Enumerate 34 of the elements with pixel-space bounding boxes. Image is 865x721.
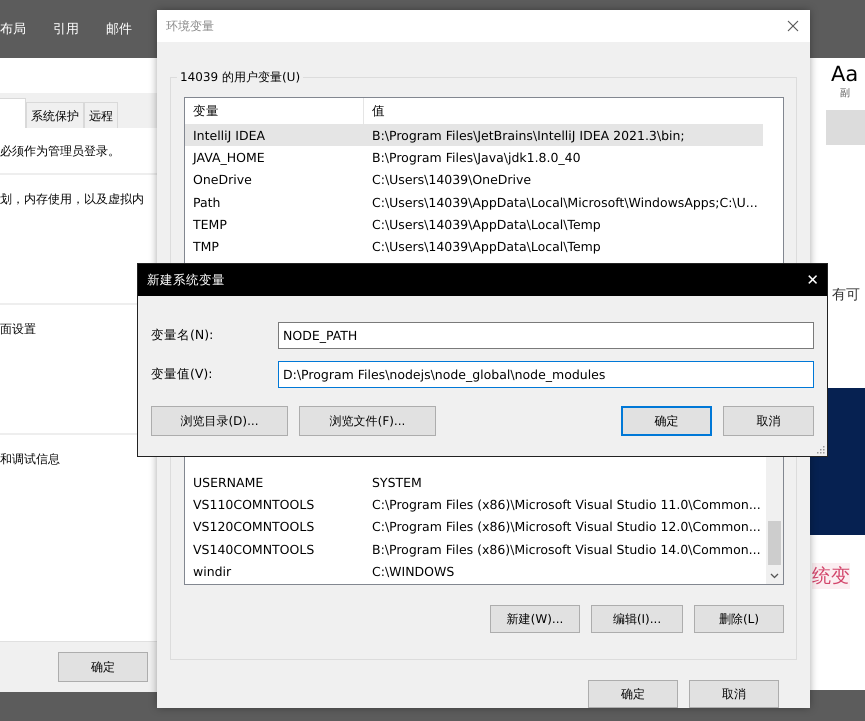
style-name: 副 bbox=[839, 87, 851, 100]
section-text: 划，内存使用，以及虚拟内 bbox=[0, 192, 144, 206]
table-cell-text: B:\Program Files\JetBrains\IntelliJ IDEA 2021.3\bin; bbox=[371, 128, 685, 143]
table-cell-text: VS140COMNTOOLS bbox=[193, 542, 316, 557]
table-cell-text: C:\WINDOWS bbox=[371, 564, 454, 579]
table-cell-text: TEMP bbox=[193, 216, 228, 232]
table-cell-text: USERNAME bbox=[193, 474, 264, 490]
table-cell-text: B:\Program Files (x86)\Microsoft Visual Studio 14.0\Common... bbox=[371, 542, 761, 557]
field-label: 变量值(V): bbox=[151, 366, 214, 383]
window-title: 新建系统变量 bbox=[147, 272, 226, 288]
table-cell-text: SYSTEM bbox=[371, 474, 422, 490]
field-label: 变量名(N): bbox=[151, 327, 214, 344]
document-text: 有可 bbox=[832, 286, 860, 304]
table-cell-text: C:\Users\14039\OneDrive bbox=[371, 172, 532, 188]
table-cell-text: B:\Program Files\Java\jdk1.8.0_40 bbox=[371, 150, 581, 165]
table-cell-text: C:\Program Files (x86)\Microsoft Visual Studio 12.0\Common... bbox=[371, 519, 761, 534]
table-cell-text: VS110COMNTOOLS bbox=[193, 496, 316, 512]
table-cell-text: C:\Program Files (x86)\Microsoft Visual Studio 11.0\Common... bbox=[371, 496, 761, 512]
table-cell-text: OneDrive bbox=[193, 172, 253, 188]
table-cell-text: Path bbox=[193, 194, 222, 210]
table-cell-text: JAVA_HOME bbox=[193, 150, 266, 165]
section-text: 和调试信息 bbox=[0, 452, 60, 466]
table-cell-text: C:\Users\14039\AppData\Local\Microsoft\WindowsApps;C:\U... bbox=[371, 194, 758, 210]
table-cell-text: windir bbox=[193, 564, 232, 579]
table-cell-text: TMP bbox=[193, 239, 220, 254]
table-cell-text: C:\Users\14039\AppData\Local\Temp bbox=[371, 239, 601, 254]
window-title: 环境变量 bbox=[166, 18, 215, 34]
table-cell-text: IntelliJ IDEA bbox=[193, 128, 266, 143]
table-cell-text: VS120COMNTOOLS bbox=[193, 519, 316, 534]
style-sample: Aa bbox=[831, 62, 860, 86]
group-label: 14039 的用户变量(U) bbox=[177, 69, 304, 86]
section-text: 面设置 bbox=[0, 322, 36, 336]
document-text: 统变 bbox=[812, 563, 850, 589]
table-cell-text: C:\Users\14039\AppData\Local\Temp bbox=[371, 216, 601, 232]
